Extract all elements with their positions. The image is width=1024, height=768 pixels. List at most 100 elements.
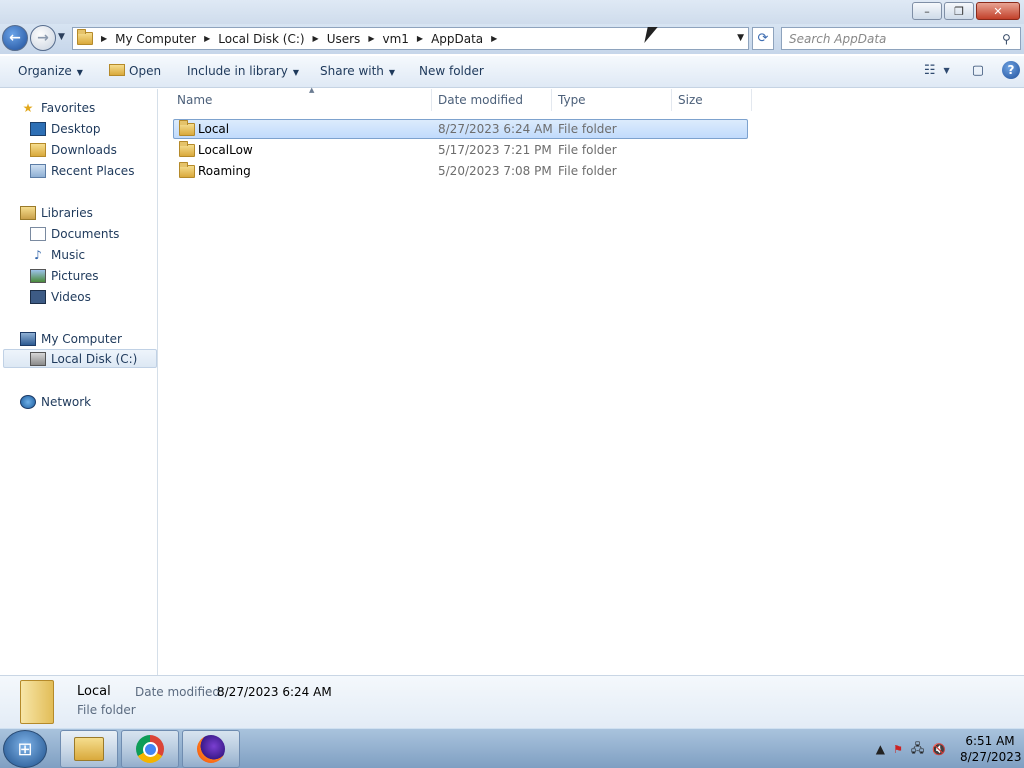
downloads-folder-icon <box>30 142 46 157</box>
column-header-date-modified[interactable]: Date modified <box>432 89 552 111</box>
taskbar-firefox-button[interactable] <box>182 730 240 768</box>
breadcrumb-my-computer[interactable]: My Computer <box>115 32 196 46</box>
nav-favorites[interactable]: ★ Favorites <box>20 98 96 117</box>
share-with-button[interactable]: Share with ▼ <box>320 64 395 78</box>
view-controls: ☷ ▼ ▢ ? <box>912 61 1020 79</box>
chevron-down-icon: ▼ <box>292 68 300 77</box>
details-date-label: Date modified: <box>135 685 225 699</box>
sort-ascending-icon: ▲ <box>309 86 315 94</box>
nav-music[interactable]: ♪ Music <box>30 245 85 264</box>
breadcrumb-chevron-icon[interactable]: ▶ <box>204 34 210 43</box>
nav-local-disk[interactable]: Local Disk (C:) <box>3 349 157 368</box>
minimize-button[interactable]: – <box>912 2 942 20</box>
breadcrumb-appdata[interactable]: AppData <box>431 32 483 46</box>
nav-local-disk-label: Local Disk (C:) <box>51 351 138 366</box>
system-tray: ▲ ⚑ 🖧 🔇 6:51 AM 8/27/2023 <box>868 729 1022 768</box>
nav-libraries[interactable]: Libraries <box>20 203 93 222</box>
new-folder-button[interactable]: New folder <box>419 64 484 78</box>
file-type: File folder <box>558 122 617 136</box>
chrome-icon <box>136 735 164 763</box>
maximize-button[interactable]: ❐ <box>944 2 974 20</box>
title-bar: – ❐ ✕ <box>0 0 1024 24</box>
file-name: Roaming <box>198 164 251 178</box>
organize-button[interactable]: Organize ▼ <box>18 64 83 78</box>
network-icon <box>20 394 36 409</box>
folder-icon <box>179 162 195 178</box>
breadcrumb-chevron-icon[interactable]: ▶ <box>368 34 374 43</box>
windows-explorer-icon <box>74 737 104 761</box>
forward-button[interactable]: → <box>30 25 56 51</box>
open-button[interactable]: Open <box>109 64 161 78</box>
breadcrumb-local-disk[interactable]: Local Disk (C:) <box>218 32 304 46</box>
nav-recent-places-label: Recent Places <box>51 163 135 178</box>
file-list: ▲ Name Date modified Type Size Local 8/2… <box>159 86 1024 675</box>
taskbar-explorer-button[interactable] <box>60 730 118 768</box>
nav-pictures[interactable]: Pictures <box>30 266 99 285</box>
nav-network[interactable]: Network <box>20 392 91 411</box>
nav-my-computer[interactable]: My Computer <box>20 329 122 348</box>
pictures-icon <box>30 268 46 283</box>
nav-recent-places[interactable]: Recent Places <box>30 161 134 180</box>
nav-downloads[interactable]: Downloads <box>30 140 117 159</box>
folder-icon <box>20 680 54 724</box>
libraries-icon <box>20 205 36 220</box>
breadcrumb-chevron-icon[interactable]: ▶ <box>313 34 319 43</box>
include-in-library-button[interactable]: Include in library ▼ <box>187 64 299 78</box>
breadcrumb-chevron-icon[interactable]: ▶ <box>417 34 423 43</box>
refresh-button[interactable]: ⟳ <box>752 27 774 50</box>
nav-desktop[interactable]: Desktop <box>30 119 101 138</box>
column-header-type[interactable]: Type <box>552 89 672 111</box>
help-icon[interactable]: ? <box>1002 61 1020 79</box>
nav-videos-label: Videos <box>51 289 91 304</box>
folder-icon <box>77 29 93 45</box>
command-toolbar: Organize ▼ Open Include in library ▼ Share… <box>0 56 1024 88</box>
search-icon[interactable]: ⚲ <box>1002 32 1020 46</box>
organize-label: Organize <box>18 64 72 78</box>
nav-pictures-label: Pictures <box>51 268 99 283</box>
column-header-name[interactable]: ▲ Name <box>171 86 432 111</box>
file-date-modified: 8/27/2023 6:24 AM <box>438 122 553 136</box>
action-center-icon[interactable]: ⚑ <box>893 743 903 756</box>
address-history-dropdown-icon[interactable]: ▼ <box>737 33 744 43</box>
search-box[interactable]: ⚲ <box>781 27 1021 50</box>
nav-libraries-label: Libraries <box>41 205 93 220</box>
column-name-label: Name <box>177 93 213 107</box>
file-row-local[interactable]: Local 8/27/2023 6:24 AM File folder <box>173 119 748 139</box>
breadcrumb-chevron-icon[interactable]: ▶ <box>491 34 497 43</box>
documents-icon <box>30 226 46 241</box>
hard-drive-icon <box>30 351 46 366</box>
close-button[interactable]: ✕ <box>976 2 1020 20</box>
chevron-down-icon: ▼ <box>76 68 83 77</box>
breadcrumb-vm1[interactable]: vm1 <box>382 32 408 46</box>
change-view-icon[interactable]: ☷ <box>924 63 936 78</box>
nav-network-label: Network <box>41 394 92 409</box>
computer-icon <box>20 331 36 346</box>
show-hidden-icons-icon[interactable]: ▲ <box>876 742 885 756</box>
back-button[interactable]: ← <box>2 25 28 51</box>
taskbar: ⊞ ▲ ⚑ 🖧 🔇 6:51 AM 8/27/2023 <box>0 728 1024 768</box>
nav-videos[interactable]: Videos <box>30 287 91 306</box>
preview-pane-icon[interactable]: ▢ <box>972 63 984 78</box>
breadcrumb-users[interactable]: Users <box>327 32 361 46</box>
column-header-size[interactable]: Size <box>672 89 752 111</box>
nav-music-label: Music <box>51 247 86 262</box>
include-in-library-label: Include in library <box>187 64 288 78</box>
view-options-dropdown-icon[interactable]: ▼ <box>944 66 950 75</box>
file-name: LocalLow <box>198 143 253 157</box>
breadcrumb-chevron-icon[interactable]: ▶ <box>101 34 107 43</box>
search-input[interactable] <box>782 28 1002 49</box>
nav-documents[interactable]: Documents <box>30 224 119 243</box>
file-type: File folder <box>558 164 617 178</box>
file-type: File folder <box>558 143 617 157</box>
recent-pages-dropdown-icon[interactable]: ▼ <box>58 32 65 42</box>
taskbar-chrome-button[interactable] <box>121 730 179 768</box>
nav-my-computer-label: My Computer <box>41 331 122 346</box>
clock[interactable]: 6:51 AM 8/27/2023 <box>960 733 1022 765</box>
file-date-modified: 5/20/2023 7:08 PM <box>438 164 552 178</box>
music-note-icon: ♪ <box>34 247 42 262</box>
start-button[interactable]: ⊞ <box>3 730 47 768</box>
volume-muted-icon[interactable]: 🔇 <box>932 743 946 756</box>
network-status-icon[interactable]: 🖧 <box>911 739 924 760</box>
file-row-roaming[interactable]: Roaming 5/20/2023 7:08 PM File folder <box>173 161 748 181</box>
file-row-locallow[interactable]: LocalLow 5/17/2023 7:21 PM File folder <box>173 140 748 160</box>
